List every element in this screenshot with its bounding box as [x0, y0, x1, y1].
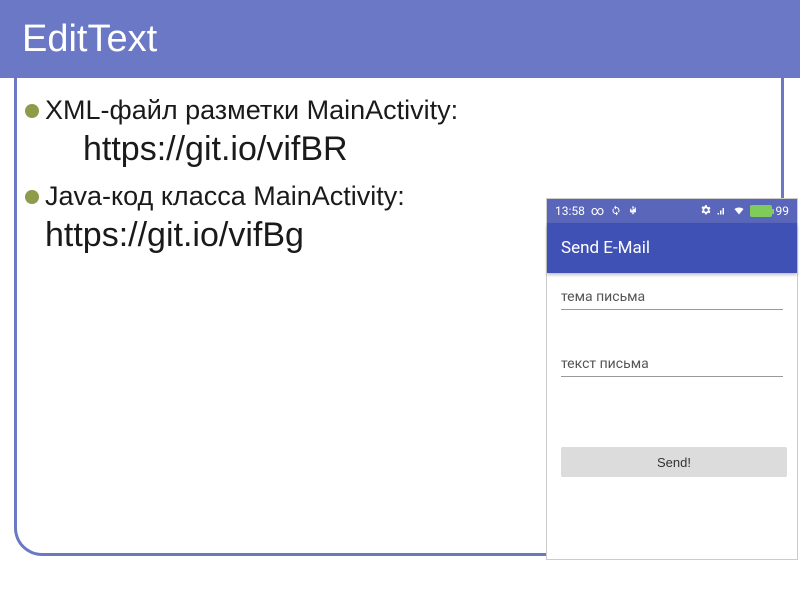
app-bar-title: Send E-Mail	[561, 238, 650, 258]
bullet-link: https://git.io/vifBR	[83, 128, 458, 171]
status-bar: 13:58 ∞ 99	[547, 199, 797, 223]
sync-icon	[610, 204, 622, 219]
app-bar: Send E-Mail	[547, 223, 797, 273]
bullet-item: XML-файл разметки MainActivity: https://…	[25, 94, 773, 170]
infinity-icon: ∞	[591, 204, 604, 219]
phone-screenshot: 13:58 ∞ 99 Send E-Mail тема п	[546, 198, 798, 560]
wifi-icon	[732, 204, 746, 219]
settings-icon	[700, 204, 712, 219]
battery-percent: 99	[776, 204, 790, 218]
usb-icon	[628, 203, 638, 220]
battery-icon	[750, 205, 772, 217]
body-field[interactable]: текст письма	[561, 350, 783, 377]
bullet-icon	[25, 104, 39, 118]
bullet-icon	[25, 190, 39, 204]
send-button[interactable]: Send!	[561, 447, 787, 477]
bullet-link: https://git.io/vifBg	[45, 214, 405, 257]
subject-field[interactable]: тема письма	[561, 283, 783, 310]
status-time: 13:58	[555, 204, 585, 218]
bullet-text: Java-код класса MainActivity:	[45, 181, 405, 211]
slide-title-bar: EditText	[0, 0, 800, 78]
bullet-text: XML-файл разметки MainActivity:	[45, 95, 458, 125]
slide-title: EditText	[22, 18, 157, 61]
signal-icon	[716, 204, 728, 219]
